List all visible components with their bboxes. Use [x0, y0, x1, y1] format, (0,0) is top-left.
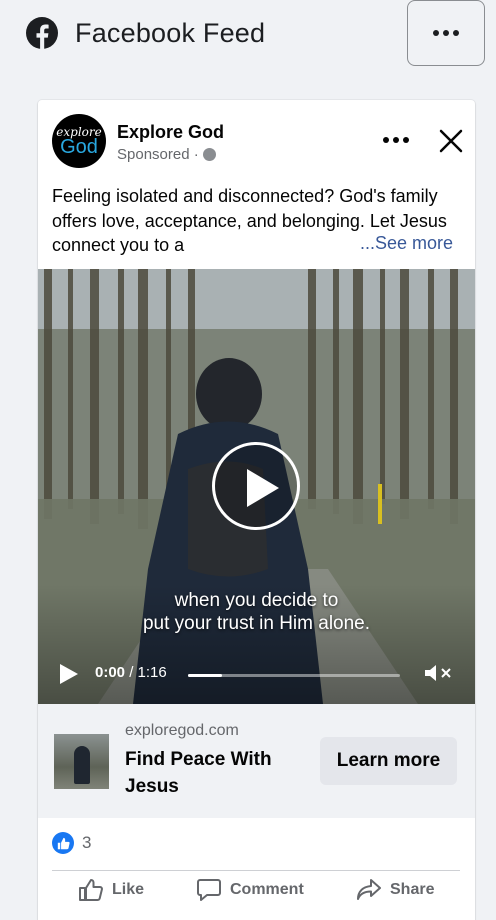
play-icon[interactable]: [212, 442, 300, 530]
sponsored-post-card: explore God Explore God Sponsored · Feel…: [38, 100, 475, 920]
like-reaction-icon: [52, 832, 74, 854]
video-progress-bar[interactable]: [188, 674, 400, 677]
share-button[interactable]: Share: [356, 878, 434, 902]
speaker-muted-icon[interactable]: [423, 662, 453, 684]
comment-icon: [197, 879, 221, 901]
comment-button[interactable]: Comment: [196, 878, 304, 902]
reaction-count: 3: [82, 833, 92, 852]
header-more-button[interactable]: [407, 0, 485, 66]
page-name-link[interactable]: Explore God: [117, 122, 224, 143]
video-player[interactable]: when you decide to put your trust in Him…: [38, 269, 475, 704]
facebook-logo-icon: [26, 17, 58, 49]
divider: [52, 870, 460, 871]
feed-header: Facebook Feed: [0, 0, 496, 68]
caption-line: put your trust in Him alone.: [142, 613, 371, 634]
globe-icon: [202, 148, 216, 161]
comment-label: Comment: [230, 881, 304, 898]
avatar[interactable]: explore God: [52, 114, 106, 168]
like-button[interactable]: Like: [78, 878, 144, 902]
share-label: Share: [390, 881, 435, 898]
share-icon: [357, 879, 381, 900]
video-caption: when you decide to put your trust in Him…: [38, 589, 475, 635]
duration: / 1:16: [129, 664, 167, 681]
page-title: Facebook Feed: [75, 18, 266, 48]
video-time: 0:00 / 1:16: [95, 664, 167, 681]
link-thumbnail: [54, 734, 109, 789]
link-preview[interactable]: exploregod.com Find Peace With Jesus Lea…: [38, 704, 475, 818]
video-progress-fill: [188, 674, 222, 677]
like-label: Like: [112, 881, 145, 898]
avatar-logo-text-2: God: [60, 135, 98, 158]
caption-line: when you decide to: [174, 590, 339, 611]
sponsored-text: Sponsored ·: [117, 146, 199, 163]
see-more-link[interactable]: ...See more: [360, 233, 453, 254]
play-small-icon[interactable]: [60, 664, 78, 684]
thumbs-up-icon: [79, 879, 103, 901]
learn-more-button[interactable]: Learn more: [320, 737, 457, 785]
video-controls: 0:00 / 1:16: [38, 657, 475, 691]
link-domain: exploregod.com: [125, 722, 239, 739]
current-time: 0:00: [95, 664, 126, 681]
more-horizontal-icon: [383, 137, 409, 143]
reactions-summary[interactable]: 3: [52, 832, 91, 854]
close-icon[interactable]: [438, 128, 464, 154]
link-title[interactable]: Find Peace With Jesus: [125, 746, 300, 800]
post-more-button[interactable]: [383, 137, 409, 143]
sponsored-label: Sponsored ·: [117, 146, 216, 163]
post-actions: Like Comment Share: [38, 878, 475, 908]
more-horizontal-icon: [433, 30, 459, 36]
